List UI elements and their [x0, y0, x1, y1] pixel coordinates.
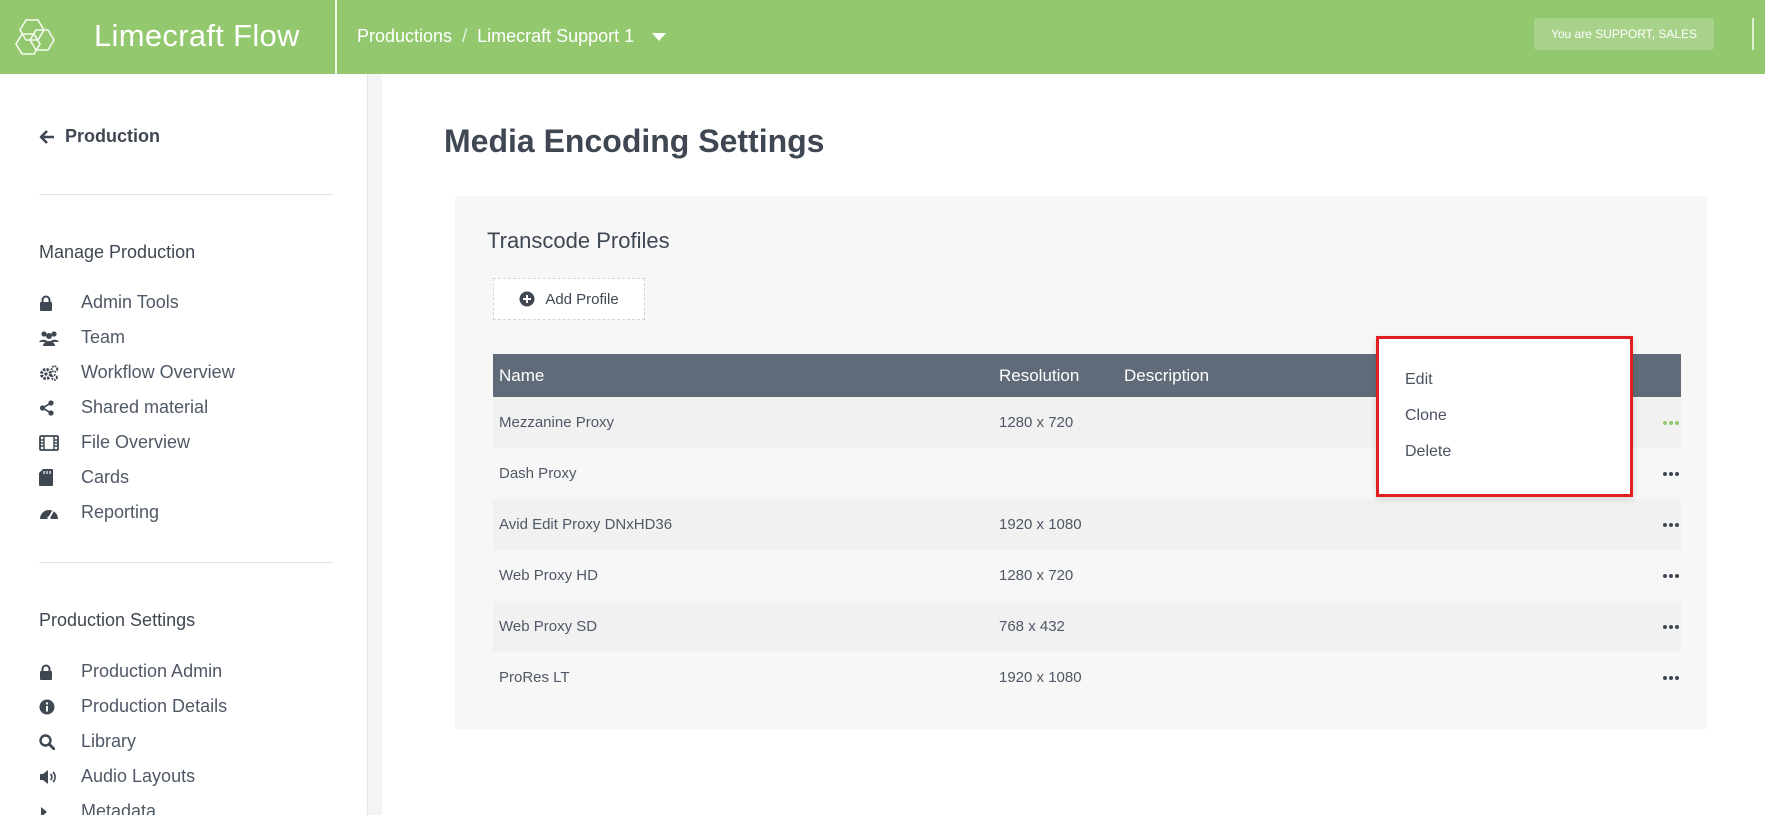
sidebar-item-label: Metadata: [81, 801, 157, 815]
add-profile-label: Add Profile: [545, 290, 619, 308]
sidebar-divider: [39, 562, 333, 563]
cogs-icon: [39, 364, 81, 381]
sidebar-item-shared-material[interactable]: Shared material: [39, 390, 235, 425]
sidebar-item-label: Shared material: [81, 397, 209, 417]
profile-resolution: 1280 x 720: [999, 414, 1074, 431]
profile-name: Web Proxy SD: [499, 618, 598, 635]
film-icon: [39, 434, 81, 451]
breadcrumb-current-production[interactable]: Limecraft Support 1: [477, 26, 634, 47]
sidebar-item-label: Cards: [81, 467, 130, 487]
app-title[interactable]: Limecraft Flow: [94, 18, 300, 54]
table-row[interactable]: Web Proxy HD 1280 x 720: [493, 550, 1681, 601]
column-header-name[interactable]: Name: [499, 366, 544, 386]
sidebar-item-file-overview[interactable]: File Overview: [39, 425, 235, 460]
sidebar-gutter: [368, 74, 382, 815]
profile-resolution: 1280 x 720: [999, 567, 1074, 584]
top-right-divider: [1752, 18, 1754, 50]
sidebar-item-library[interactable]: Library: [39, 724, 227, 759]
row-actions-ellipsis-icon[interactable]: [1659, 468, 1683, 480]
row-actions-menu: Edit Clone Delete: [1376, 336, 1633, 497]
search-icon: [39, 733, 81, 750]
table-row[interactable]: Avid Edit Proxy DNxHD36 1920 x 1080: [493, 499, 1681, 550]
table-row[interactable]: ProRes LT 1920 x 1080: [493, 652, 1681, 703]
plus-circle-icon: [519, 291, 535, 307]
profile-name: Web Proxy HD: [499, 567, 598, 584]
row-actions-ellipsis-icon[interactable]: [1659, 621, 1683, 633]
breadcrumb: Productions / Limecraft Support 1: [357, 26, 667, 47]
menu-item-delete[interactable]: Delete: [1405, 443, 1451, 461]
page-title: Media Encoding Settings: [444, 123, 825, 159]
caret-right-icon: [39, 805, 81, 815]
sidebar-item-team[interactable]: Team: [39, 320, 235, 355]
breadcrumb-productions-link[interactable]: Productions: [357, 26, 452, 47]
row-actions-ellipsis-icon[interactable]: [1659, 570, 1683, 582]
profile-name: ProRes LT: [499, 669, 570, 686]
share-icon: [39, 399, 81, 416]
breadcrumb-separator: /: [462, 26, 468, 46]
users-icon: [39, 330, 81, 346]
profile-resolution: 768 x 432: [999, 618, 1065, 635]
sidebar-item-production-admin[interactable]: Production Admin: [39, 654, 227, 689]
info-icon: [39, 699, 81, 715]
sidebar-item-admin-tools[interactable]: Admin Tools: [39, 285, 235, 320]
sidebar-item-label: Reporting: [81, 502, 160, 522]
sd-card-icon: [39, 469, 81, 486]
production-settings-heading: Production Settings: [39, 610, 196, 630]
sidebar-item-label: Team: [81, 327, 126, 347]
sidebar-item-audio-layouts[interactable]: Audio Layouts: [39, 759, 227, 794]
row-actions-ellipsis-icon[interactable]: [1659, 519, 1683, 531]
menu-item-edit[interactable]: Edit: [1405, 371, 1433, 389]
menu-item-clone[interactable]: Clone: [1405, 407, 1447, 425]
sidebar-divider: [39, 194, 333, 195]
role-badge[interactable]: You are SUPPORT, SALES: [1534, 18, 1714, 50]
row-actions-ellipsis-icon[interactable]: [1659, 672, 1683, 684]
sidebar-item-label: Workflow Overview: [81, 362, 235, 382]
profile-name: Mezzanine Proxy: [499, 414, 615, 431]
sidebar-item-cards[interactable]: Cards: [39, 460, 235, 495]
manage-production-list: Admin Tools Team Workflow Overview Share…: [39, 285, 235, 530]
sidebar-item-label: Audio Layouts: [81, 766, 196, 786]
sidebar-item-workflow-overview[interactable]: Workflow Overview: [39, 355, 235, 390]
manage-production-heading: Manage Production: [39, 242, 196, 262]
back-link-label: Production: [65, 126, 160, 146]
table-row[interactable]: Web Proxy SD 768 x 432: [493, 601, 1681, 652]
dashboard-icon: [39, 505, 81, 521]
lock-icon: [39, 295, 81, 311]
column-header-description[interactable]: Description: [1124, 366, 1209, 386]
sidebar-item-label: Production Details: [81, 696, 228, 716]
chevron-down-icon[interactable]: [652, 32, 667, 41]
top-divider: [335, 0, 337, 74]
column-header-resolution[interactable]: Resolution: [999, 366, 1079, 386]
production-settings-list: Production Admin Production Details Libr…: [39, 654, 227, 815]
top-bar: Limecraft Flow Productions / Limecraft S…: [0, 0, 1765, 74]
profile-name: Avid Edit Proxy DNxHD36: [499, 516, 673, 533]
lock-icon: [39, 664, 81, 680]
arrow-left-icon: [39, 129, 54, 144]
back-to-production-link[interactable]: Production: [39, 126, 160, 147]
sidebar-item-metadata[interactable]: Metadata: [39, 794, 227, 815]
add-profile-button[interactable]: Add Profile: [493, 278, 645, 320]
limecraft-logo-icon[interactable]: [14, 16, 60, 58]
sidebar-item-label: Admin Tools: [81, 292, 179, 312]
sidebar-item-label: File Overview: [81, 432, 191, 452]
sidebar-item-label: Library: [81, 731, 137, 751]
panel-title: Transcode Profiles: [487, 228, 670, 253]
sidebar-item-reporting[interactable]: Reporting: [39, 495, 235, 530]
profile-resolution: 1920 x 1080: [999, 669, 1082, 686]
sidebar: Production Manage Production Admin Tools…: [0, 74, 368, 815]
volume-icon: [39, 769, 81, 785]
profile-resolution: 1920 x 1080: [999, 516, 1082, 533]
profile-name: Dash Proxy: [499, 465, 577, 482]
sidebar-item-label: Production Admin: [81, 661, 223, 681]
sidebar-item-production-details[interactable]: Production Details: [39, 689, 227, 724]
row-actions-ellipsis-icon[interactable]: [1659, 417, 1683, 429]
